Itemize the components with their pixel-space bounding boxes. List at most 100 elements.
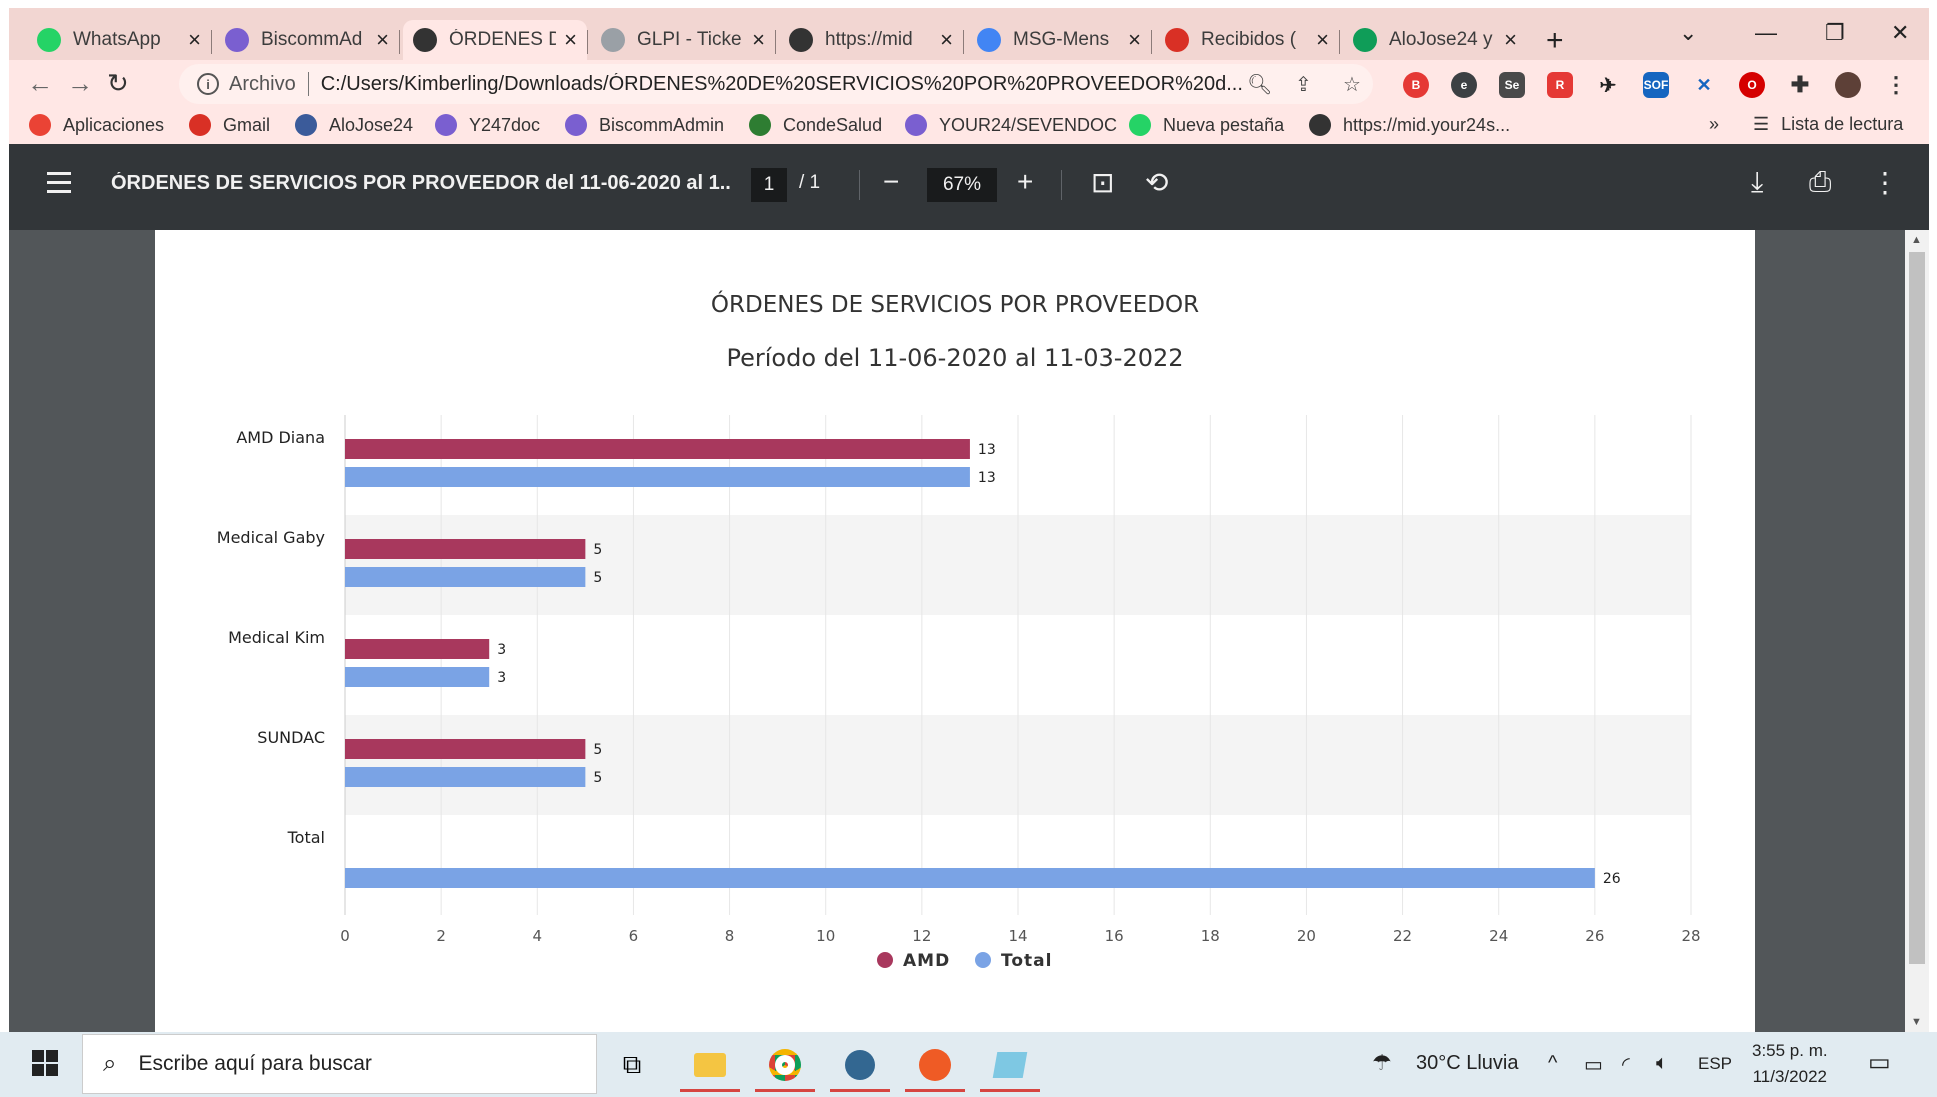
bookmark-item[interactable]: CondeSalud <box>749 114 882 136</box>
close-tab-icon[interactable]: × <box>1316 27 1329 53</box>
restore-icon[interactable]: ❐ <box>1825 20 1845 46</box>
bookmark-item[interactable]: Y247doc <box>435 114 540 136</box>
category-label: AMD Diana <box>236 428 325 447</box>
bookmarks-overflow-button[interactable]: » <box>1709 114 1719 135</box>
bookmark-item[interactable]: Aplicaciones <box>29 114 164 136</box>
bar-value-label: 26 <box>1603 871 1621 887</box>
bookmark-item[interactable]: YOUR24/SEVENDOC <box>905 114 1117 136</box>
x-tick-label: 20 <box>1297 927 1316 945</box>
tab-5[interactable]: MSG-Mens × <box>967 20 1151 60</box>
show-hidden-icons-chevron-icon[interactable]: ^ <box>1548 1052 1557 1075</box>
minimize-icon[interactable]: — <box>1755 20 1777 46</box>
tab-0[interactable]: WhatsApp × <box>27 20 211 60</box>
bookmark-item[interactable]: https://mid.your24s... <box>1309 114 1510 136</box>
bar-total-3 <box>345 767 586 787</box>
address-bar[interactable]: i Archivo C:/Users/Kimberling/Downloads/… <box>179 64 1373 104</box>
y247-icon <box>435 114 457 136</box>
print-icon[interactable]: ⎙ <box>1809 166 1831 199</box>
legend-label: Total <box>1001 951 1052 971</box>
bookmark-label: Gmail <box>223 114 271 135</box>
chrome-icon[interactable] <box>755 1040 815 1092</box>
close-tab-icon[interactable]: × <box>1128 27 1141 53</box>
bookmark-label: BiscommAdmin <box>599 114 725 135</box>
weather-rain-icon[interactable]: ☂ <box>1372 1050 1392 1076</box>
pdf-page-input[interactable]: 1 <box>751 168 787 202</box>
x-tick-label: 26 <box>1585 927 1604 945</box>
tab-6[interactable]: Recibidos (× <box>1155 20 1339 60</box>
reload-icon[interactable]: ↻ <box>107 68 129 99</box>
back-arrow-icon[interactable]: ← <box>27 68 53 99</box>
notepad-icon[interactable] <box>980 1040 1040 1092</box>
language-indicator[interactable]: ESP <box>1698 1054 1732 1074</box>
extension-r-icon[interactable]: R <box>1547 72 1573 98</box>
wifi-icon[interactable]: ◜ <box>1622 1052 1630 1077</box>
tab-2[interactable]: ÓRDENES D × <box>403 20 587 60</box>
pdf-divider <box>1061 170 1062 200</box>
tab-1[interactable]: BiscommAd × <box>215 20 399 60</box>
forward-arrow-icon[interactable]: → <box>67 68 93 99</box>
close-tab-icon[interactable]: × <box>376 27 389 53</box>
extension-se-icon[interactable]: Se <box>1499 72 1525 98</box>
notifications-icon[interactable]: ▭ <box>1868 1048 1891 1077</box>
extension-opera-icon[interactable]: O <box>1739 72 1765 98</box>
bookmark-item[interactable]: BiscommAdmin <box>565 114 724 136</box>
pdf-sidebar-menu-icon[interactable] <box>47 172 71 199</box>
close-tab-icon[interactable]: × <box>564 27 577 53</box>
extension-red-icon[interactable]: B <box>1403 72 1429 98</box>
task-view-icon[interactable]: ⧉ <box>602 1040 662 1090</box>
docs-icon <box>977 28 1001 52</box>
zoom-magnifier-icon[interactable]: 🔍︎ <box>1247 72 1272 97</box>
pdf-zoom-input[interactable]: 67% <box>927 168 997 202</box>
weather-text[interactable]: 30°C Lluvia <box>1416 1052 1519 1075</box>
x-tick-label: 8 <box>725 927 735 945</box>
bookmark-item[interactable]: Gmail <box>189 114 270 136</box>
system-clock[interactable]: 3:55 p. m. 11/3/2022 <box>1752 1038 1828 1090</box>
pdf-more-icon[interactable]: ⋮ <box>1871 166 1899 199</box>
reading-list-button[interactable]: ☰ Lista de lectura <box>1753 114 1903 135</box>
share-icon[interactable]: ⇪ <box>1295 72 1312 97</box>
bookmark-item[interactable]: AloJose24 <box>295 114 413 136</box>
profile-avatar[interactable] <box>1835 72 1861 98</box>
volume-icon[interactable]: 🔈︎ <box>1656 1052 1668 1075</box>
file-explorer-icon[interactable] <box>680 1040 740 1092</box>
category-label: Medical Gaby <box>217 528 325 547</box>
extension-e-icon[interactable]: e <box>1451 72 1477 98</box>
site-info-icon[interactable]: i <box>197 73 219 95</box>
windows-taskbar: ⌕ Escribe aquí para buscar ⧉ ☂ 30°C Lluv… <box>0 1032 1937 1097</box>
postman-icon[interactable] <box>905 1040 965 1092</box>
address-url[interactable]: C:/Users/Kimberling/Downloads/ÓRDENES%20… <box>321 73 1251 96</box>
close-tab-icon[interactable]: × <box>188 27 201 53</box>
scrollbar-thumb[interactable] <box>1909 252 1925 964</box>
taskbar-search-box[interactable]: ⌕ Escribe aquí para buscar <box>82 1034 597 1094</box>
browser-menu-icon[interactable]: ⋮ <box>1883 72 1909 98</box>
extensions-puzzle-icon[interactable]: ✚ <box>1787 72 1813 98</box>
bookmark-item[interactable]: Nueva pestaña <box>1129 114 1284 136</box>
close-tab-icon[interactable]: × <box>1504 27 1517 53</box>
zoom-in-icon[interactable]: + <box>1017 166 1033 198</box>
zoom-out-icon[interactable]: − <box>883 166 899 198</box>
x-tick-label: 4 <box>533 927 543 945</box>
scroll-up-arrow-icon[interactable]: ▲ <box>1911 234 1922 246</box>
download-icon[interactable]: ⤓ <box>1751 166 1763 199</box>
rotate-icon[interactable]: ⟲ <box>1145 166 1168 199</box>
battery-icon[interactable]: ▭ <box>1584 1052 1603 1077</box>
extension-arrow-icon[interactable]: ✈ <box>1595 72 1621 98</box>
tab-search-chevron-icon[interactable]: ⌄ <box>1679 20 1697 46</box>
close-tab-icon[interactable]: × <box>752 27 765 53</box>
vertical-scrollbar[interactable]: ▲ ▼ <box>1905 230 1929 1032</box>
bookmark-label: CondeSalud <box>783 114 883 135</box>
fit-to-page-icon[interactable]: ⊡ <box>1091 166 1114 199</box>
bookmarks-bar: Aplicaciones Gmail AloJose24 Y247doc Biscomm… <box>9 108 1929 144</box>
windows-start-icon[interactable] <box>32 1050 60 1078</box>
close-tab-icon[interactable]: × <box>940 27 953 53</box>
scroll-down-arrow-icon[interactable]: ▼ <box>1911 1016 1922 1028</box>
extension-translate-icon[interactable]: ✕ <box>1691 72 1717 98</box>
tab-4[interactable]: https://mid × <box>779 20 963 60</box>
extension-sof-icon[interactable]: SOF <box>1643 72 1669 98</box>
postgres-elephant-icon[interactable] <box>830 1040 890 1092</box>
new-tab-button[interactable]: + <box>1546 24 1564 58</box>
close-window-icon[interactable]: ✕ <box>1891 20 1909 46</box>
bookmark-star-icon[interactable]: ☆ <box>1343 72 1361 97</box>
tab-3[interactable]: GLPI - Ticke × <box>591 20 775 60</box>
tab-7[interactable]: AloJose24 y × <box>1343 20 1527 60</box>
